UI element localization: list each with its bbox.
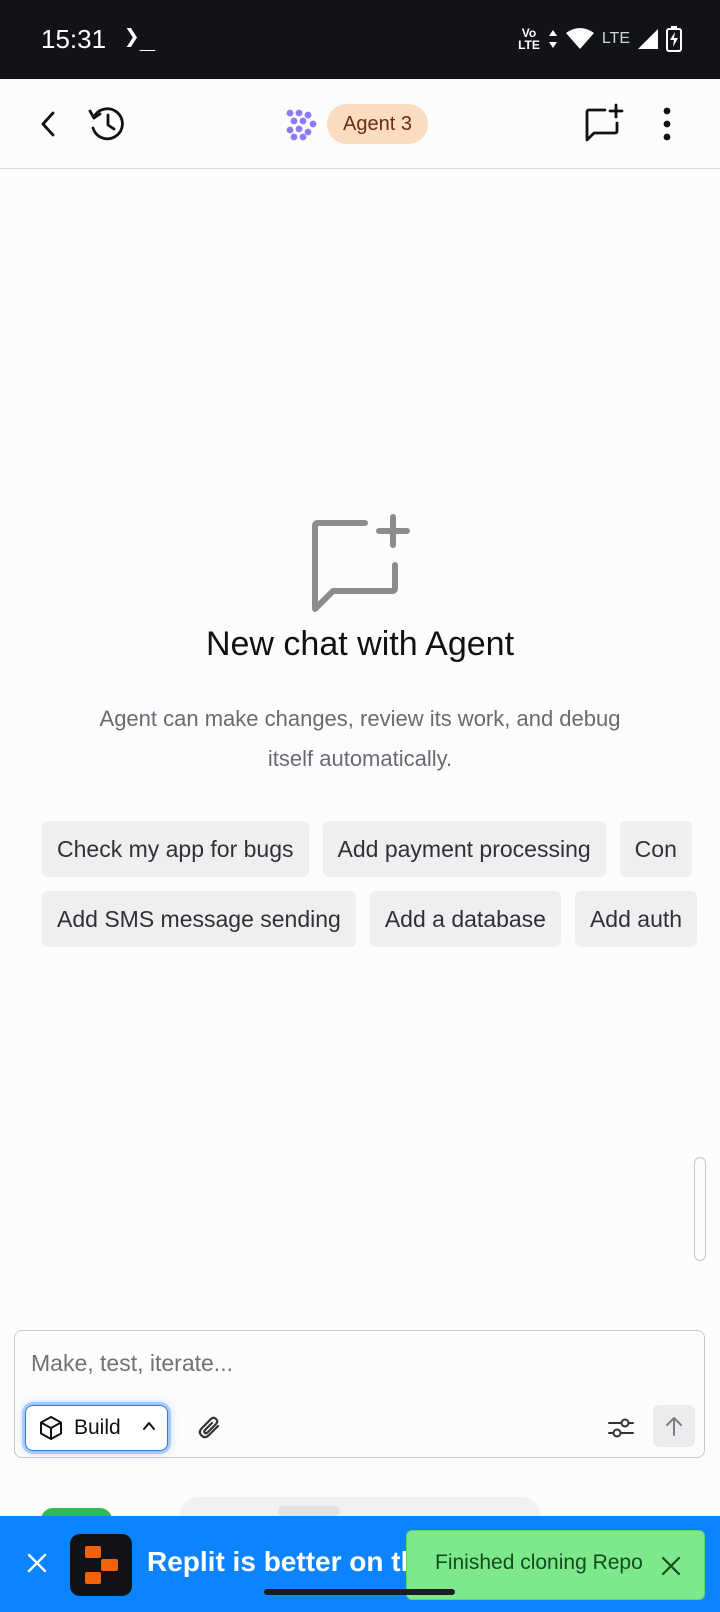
new-chat-icon <box>312 514 410 612</box>
cell-signal-icon <box>638 29 658 49</box>
more-menu-button[interactable] <box>644 101 690 147</box>
suggestion-chip[interactable]: Check my app for bugs <box>42 821 309 877</box>
status-bar: 15:31 ❯_ Vo LTE LTE <box>0 0 720 79</box>
suggestion-chip[interactable]: Add auth <box>574 891 698 947</box>
terminal-icon: ❯_ <box>124 22 156 52</box>
app-header: Agent 3 <box>0 79 720 169</box>
mode-selector-button[interactable]: Build <box>25 1405 168 1451</box>
history-button[interactable] <box>84 101 130 147</box>
suggestion-chip[interactable]: Add a database <box>369 891 561 947</box>
banner-close-button[interactable] <box>20 1546 54 1580</box>
arrow-up-icon <box>666 1417 682 1436</box>
back-button[interactable] <box>26 101 72 147</box>
suggestion-chip[interactable]: Add SMS message sending <box>42 891 356 947</box>
close-icon <box>27 1553 47 1573</box>
more-vertical-icon <box>663 107 671 141</box>
attach-button[interactable] <box>191 1409 229 1447</box>
volte-icon: Vo LTE <box>518 27 540 51</box>
battery-charging-icon <box>666 26 682 52</box>
settings-button[interactable] <box>602 1409 640 1447</box>
chevron-up-icon <box>143 1422 155 1430</box>
suggestion-chip[interactable]: Con <box>619 821 692 877</box>
replit-logo-glyph <box>85 1546 118 1584</box>
empty-state-title: New chat with Agent <box>205 625 515 663</box>
prompt-input[interactable] <box>31 1345 671 1381</box>
suggestion-row-2: Add SMS message sending Add a database A… <box>42 891 705 947</box>
volte-bottom-label: LTE <box>518 38 540 52</box>
back-arrow-icon <box>41 111 55 137</box>
history-icon <box>88 107 124 141</box>
suggestion-row-1: Check my app for bugs Add payment proces… <box>42 821 705 877</box>
new-chat-button[interactable] <box>581 101 627 147</box>
network-label: LTE <box>601 30 630 47</box>
home-indicator[interactable] <box>264 1589 455 1595</box>
status-icons: Vo LTE LTE <box>518 22 682 56</box>
status-time: 15:31 <box>41 24 107 54</box>
wifi-icon <box>565 28 594 49</box>
mode-label: Build <box>74 1416 121 1439</box>
suggestion-chip[interactable]: Add payment processing <box>322 821 606 877</box>
send-button[interactable] <box>653 1405 695 1447</box>
toast-close-button[interactable] <box>656 1551 686 1581</box>
empty-state-description: Agent can make changes, review its work,… <box>99 706 621 771</box>
paperclip-icon <box>198 1416 220 1439</box>
close-icon <box>661 1556 681 1576</box>
agent-logo-icon <box>286 109 317 141</box>
new-chat-icon <box>585 103 624 142</box>
cube-icon <box>40 1416 62 1440</box>
scrollbar[interactable] <box>694 1157 706 1261</box>
toast-message: Finished cloning Repo <box>435 1551 643 1574</box>
replit-logo-icon <box>70 1534 132 1596</box>
active-tab-indicator <box>278 1506 340 1516</box>
chat-composer: Build <box>14 1330 705 1458</box>
sliders-icon <box>608 1418 634 1438</box>
data-arrows-icon <box>548 30 557 48</box>
agent-version-badge[interactable]: Agent 3 <box>327 104 428 144</box>
